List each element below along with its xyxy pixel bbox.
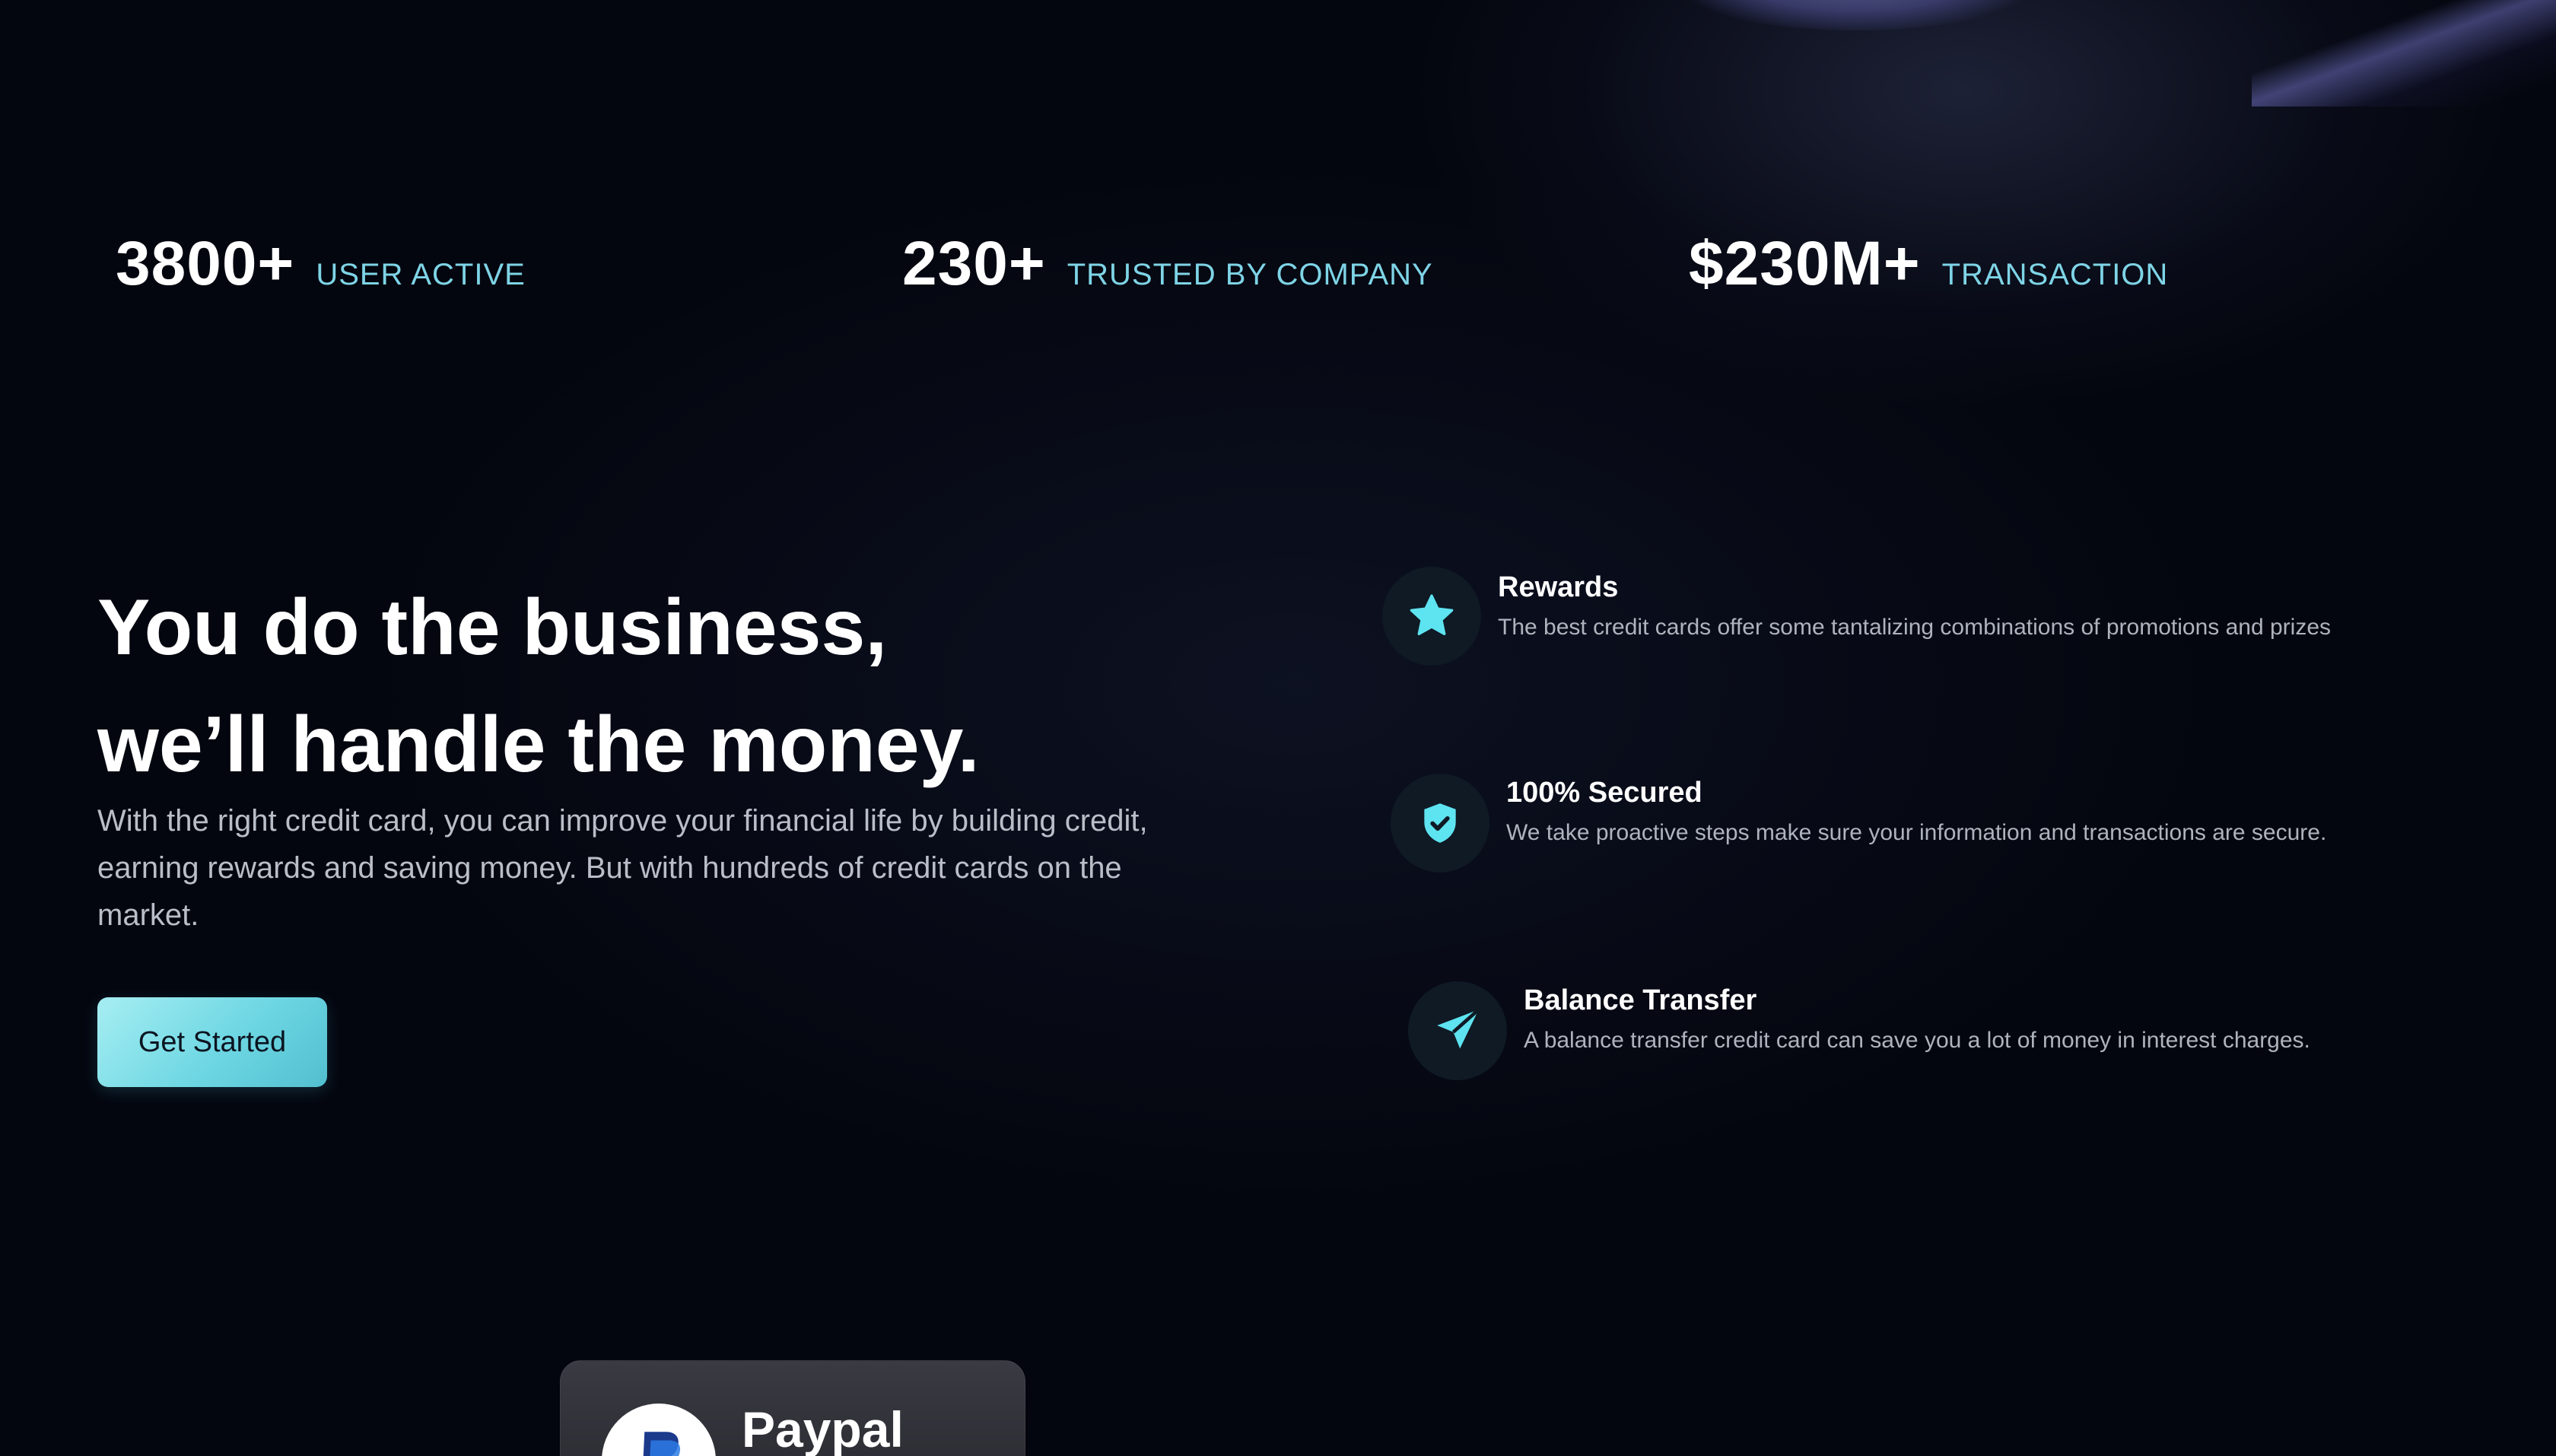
feature-description: The best credit cards offer some tantali… bbox=[1498, 615, 2331, 640]
feature-title: Rewards bbox=[1498, 571, 1619, 603]
stat-label: TRUSTED BY COMPANY bbox=[1067, 258, 1433, 291]
hero-title: You do the business, we’ll handle the mo… bbox=[97, 569, 1238, 803]
feature-rewards: Rewards The best credit cards offer some… bbox=[1382, 567, 2331, 666]
feature-description: A balance transfer credit card can save … bbox=[1524, 1028, 2310, 1053]
stat-user-active: 3800+ USER ACTIVE bbox=[116, 228, 526, 300]
stats-section: 3800+ USER ACTIVE 230+ TRUSTED BY COMPAN… bbox=[0, 228, 2556, 312]
feature-balance-transfer: Balance Transfer A balance transfer cred… bbox=[1408, 981, 2310, 1080]
star-icon bbox=[1382, 567, 1481, 666]
decorative-3d-object bbox=[1674, 0, 2039, 30]
stat-trusted-by-company: 230+ TRUSTED BY COMPANY bbox=[902, 228, 1433, 300]
stat-number: 230+ bbox=[902, 229, 1046, 298]
feature-description: We take proactive steps make sure your i… bbox=[1506, 820, 2327, 845]
feature-title: 100% Secured bbox=[1506, 777, 1702, 809]
stat-label: USER ACTIVE bbox=[316, 258, 526, 291]
stat-number: 3800+ bbox=[116, 229, 295, 298]
feature-secured: 100% Secured We take proactive steps mak… bbox=[1391, 774, 2326, 873]
paypal-logo-icon bbox=[602, 1404, 716, 1456]
hero-description: With the right credit card, you can impr… bbox=[97, 804, 1148, 932]
stat-transaction: $230M+ TRANSACTION bbox=[1689, 228, 2168, 300]
page: 3800+ USER ACTIVE 230+ TRUSTED BY COMPAN… bbox=[0, 0, 2556, 1456]
stat-label: TRANSACTION bbox=[1941, 258, 2169, 291]
stat-number: $230M+ bbox=[1689, 229, 1921, 298]
shield-check-icon bbox=[1391, 774, 1489, 873]
hero-title-line-2: we’ll handle the money. bbox=[97, 701, 980, 789]
send-icon bbox=[1408, 981, 1507, 1080]
feature-title: Balance Transfer bbox=[1524, 984, 1757, 1016]
payment-card-paypal[interactable]: Paypal bbox=[560, 1360, 1025, 1456]
payment-card-name: Paypal bbox=[742, 1401, 904, 1456]
decorative-light-edge bbox=[2252, 0, 2556, 106]
get-started-button[interactable]: Get Started bbox=[97, 997, 327, 1087]
hero-title-line-1: You do the business, bbox=[97, 583, 888, 672]
